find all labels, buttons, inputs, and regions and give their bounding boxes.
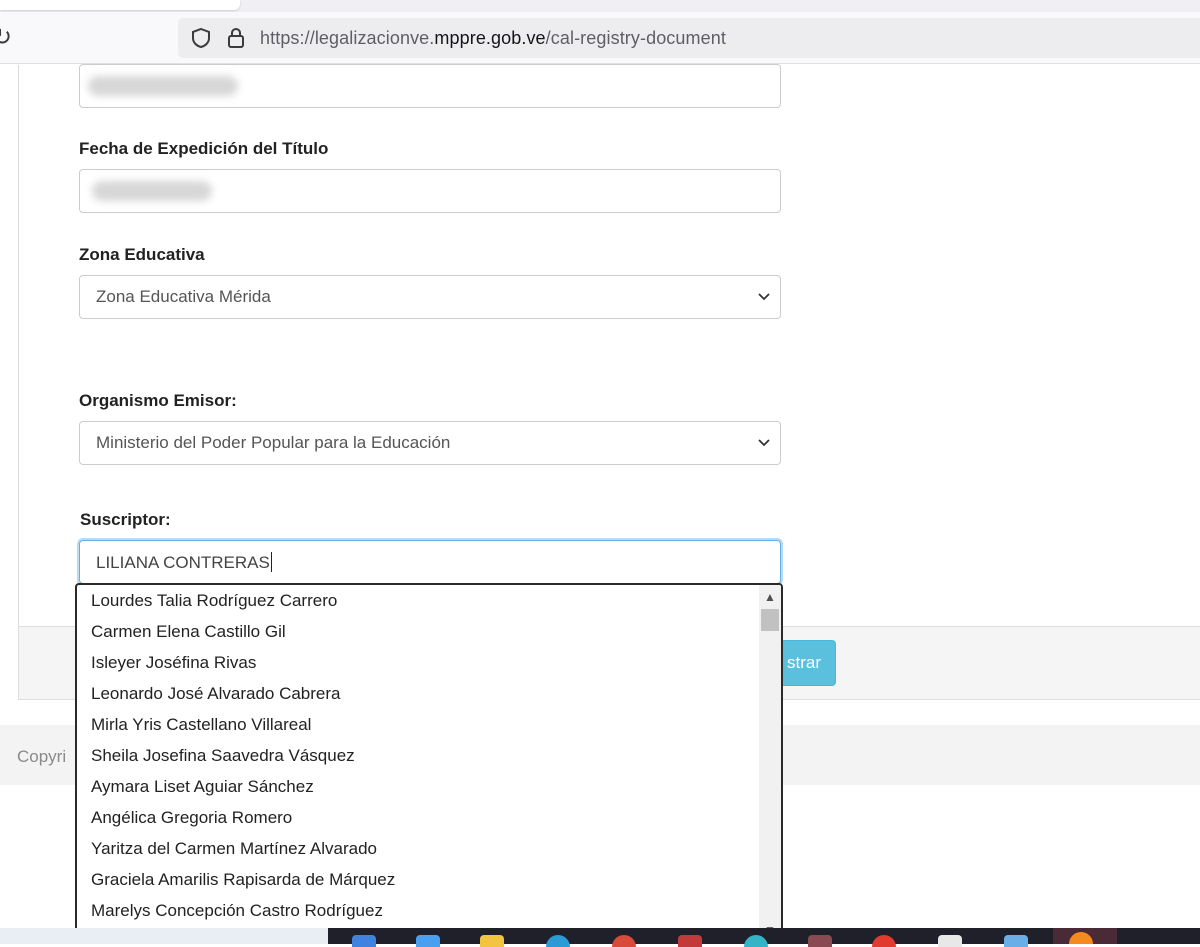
browser-toolbar: ↻ https://legalizacionve.mppre.gob.ve/ca… [0, 12, 1200, 64]
taskbar-search-area[interactable] [0, 928, 328, 944]
autocomplete-option[interactable]: Carmen Elena Castillo Gil [77, 616, 781, 647]
copyright-text: Copyri [17, 747, 67, 766]
taskbar-app-icon[interactable] [744, 935, 768, 947]
organismo-label: Organismo Emisor: [79, 391, 237, 410]
suscriptor-value: LILIANA CONTRERAS [96, 553, 270, 572]
autocomplete-option[interactable]: Isleyer Joséfina Rivas [77, 647, 781, 678]
organismo-emisor-select[interactable]: Ministerio del Poder Popular para la Edu… [79, 421, 781, 465]
chevron-down-icon [758, 439, 770, 447]
suscriptor-label: Suscriptor: [80, 510, 171, 529]
active-tab[interactable] [0, 0, 240, 10]
edge-icon[interactable] [546, 935, 570, 947]
registrar-button-label: strar [787, 653, 821, 672]
suscriptor-input-text: LILIANA CONTRERAS [96, 552, 272, 573]
autocomplete-option[interactable]: Leonardo José Alvarado Cabrera [77, 678, 781, 709]
fecha-expedicion-input[interactable] [79, 169, 781, 213]
autocomplete-option[interactable]: Aymara Liset Aguiar Sánchez [77, 771, 781, 802]
autocomplete-option[interactable]: Angélica Gregoria Romero [77, 802, 781, 833]
taskbar-app-icon[interactable] [612, 935, 636, 947]
chevron-down-icon [758, 293, 770, 301]
fecha-label: Fecha de Expedición del Título [79, 139, 329, 158]
zona-educativa-select[interactable]: Zona Educativa Mérida [79, 275, 781, 319]
autocomplete-option[interactable]: Lourdes Talia Rodríguez Carrero [77, 585, 781, 616]
os-taskbar [0, 928, 1200, 947]
url-prefix: https://legalizacionve. [260, 28, 435, 48]
autocomplete-option[interactable]: Yaritza del Carmen Martínez Alvarado [77, 833, 781, 864]
url-host: mppre.gob.ve [434, 28, 546, 48]
firefox-icon [1069, 932, 1093, 944]
reload-icon[interactable]: ↻ [0, 24, 16, 50]
redacted-value [88, 76, 238, 96]
taskbar-app-icon[interactable] [872, 935, 896, 947]
url-text[interactable]: https://legalizacionve.mppre.gob.ve/cal-… [260, 28, 726, 49]
folder-icon[interactable] [480, 935, 504, 947]
taskbar-app-icon[interactable] [678, 935, 702, 947]
autocomplete-option[interactable]: Mirla Yris Castellano Villareal [77, 709, 781, 740]
suscriptor-autocomplete-list[interactable]: Lourdes Talia Rodríguez Carrero Carmen El… [75, 583, 783, 944]
firefox-taskbar-active[interactable] [1053, 928, 1117, 944]
dropdown-scrollbar[interactable]: ▲ ▼ [759, 585, 781, 942]
tracking-protection-shield-icon[interactable] [190, 27, 212, 49]
taskbar-app-icon[interactable] [808, 935, 832, 947]
suscriptor-input[interactable]: LILIANA CONTRERAS [79, 540, 781, 584]
autocomplete-options: Lourdes Talia Rodríguez Carrero Carmen El… [77, 585, 781, 926]
scroll-thumb[interactable] [761, 609, 779, 631]
zona-label: Zona Educativa [79, 245, 205, 264]
organismo-emisor-value: Ministerio del Poder Popular para la Edu… [96, 433, 451, 452]
autocomplete-option[interactable]: Sheila Josefina Saavedra Vásquez [77, 740, 781, 771]
address-bar[interactable]: https://legalizacionve.mppre.gob.ve/cal-… [178, 18, 1200, 58]
autocomplete-option[interactable]: Marelys Concepción Castro Rodríguez [77, 895, 781, 926]
lock-icon[interactable] [225, 26, 247, 50]
url-path: /cal-registry-document [545, 28, 726, 48]
taskbar-app-icon[interactable] [1004, 935, 1028, 947]
text-cursor [270, 552, 272, 572]
redacted-field[interactable] [79, 64, 781, 108]
taskbar-app-icon[interactable] [938, 935, 962, 947]
taskbar-app-icon[interactable] [352, 935, 376, 947]
tab-strip [0, 0, 1200, 12]
scroll-up-icon[interactable]: ▲ [759, 587, 781, 607]
page-content: strar Copyri Fecha de Expedición del Tít… [0, 64, 1200, 944]
zona-educativa-value: Zona Educativa Mérida [96, 287, 271, 306]
redacted-date-value [92, 181, 212, 201]
autocomplete-option[interactable]: Graciela Amarilis Rapisarda de Márquez [77, 864, 781, 895]
taskbar-app-icon[interactable] [416, 935, 440, 947]
